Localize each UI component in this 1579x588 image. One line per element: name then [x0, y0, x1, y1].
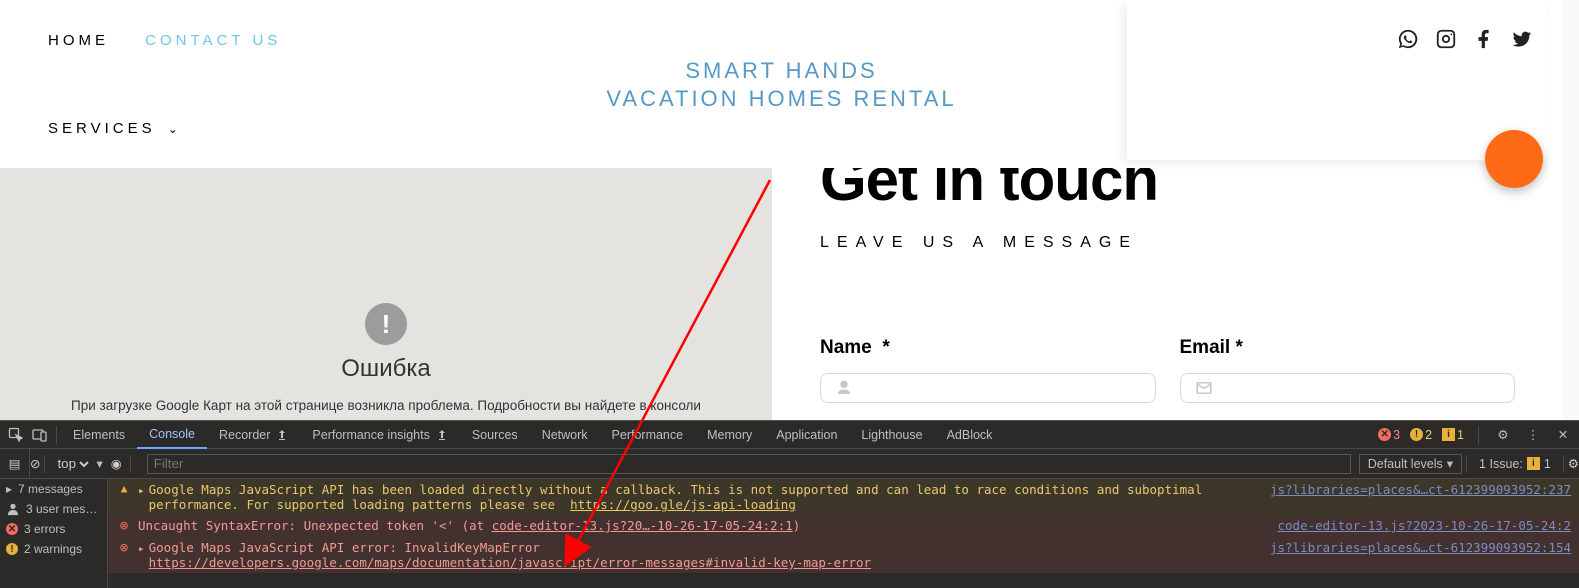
info-count-chip[interactable]: i1 [1440, 428, 1466, 442]
map-error-text: При загрузке Google Карт на этой страниц… [0, 397, 772, 416]
log-levels[interactable]: Default levels ▾ [1359, 454, 1462, 474]
msg2-link[interactable]: code-editor-13.js?20…-10-26-17-05-24:2:1 [492, 518, 793, 533]
rail-warnings[interactable]: !2 warnings [0, 539, 107, 559]
tab-performance[interactable]: Performance [600, 421, 696, 449]
email-label: Email * [1180, 337, 1243, 358]
tab-adblock[interactable]: AdBlock [935, 421, 1005, 449]
email-input[interactable] [1180, 373, 1516, 403]
console-toolbar: ▤ ⊘ top ▾ ◉ Default levels ▾ 1 Issue: i1… [0, 449, 1579, 479]
scroll-top-button[interactable] [1485, 130, 1543, 188]
settings-icon[interactable]: ⚙ [1491, 423, 1515, 447]
nav-primary: HOME CONTACT US [48, 32, 309, 49]
live-expression-icon[interactable]: ◉ [111, 456, 122, 471]
logo-line2: VACATION HOMES RENTAL [606, 86, 956, 112]
whatsapp-icon[interactable] [1397, 28, 1419, 55]
msg2-origin[interactable]: code-editor-13.js?2023-10-26-17-05-24:2 [1278, 518, 1572, 533]
map-placeholder[interactable]: ! Ошибка При загрузке Google Карт на это… [0, 168, 772, 420]
tab-recorder[interactable]: Recorder [207, 421, 300, 449]
devtools: Elements Console Recorder Performance in… [0, 420, 1579, 588]
tab-application[interactable]: Application [764, 421, 849, 449]
context-selector[interactable]: top [53, 453, 92, 475]
error-icon: ! [365, 303, 407, 345]
field-name: Name * [820, 337, 1156, 403]
msg3-link[interactable]: https://developers.google.com/maps/docum… [149, 555, 871, 570]
rail-user[interactable]: 3 user mes… [0, 499, 107, 519]
toggle-sidebar-icon[interactable]: ▤ [0, 449, 30, 478]
more-icon[interactable]: ⋮ [1521, 423, 1545, 447]
warning-count-chip[interactable]: !2 [1408, 428, 1434, 442]
map-error-title: Ошибка [0, 355, 772, 383]
console-messages: Google Maps JavaScript API has been load… [108, 479, 1579, 588]
tab-memory[interactable]: Memory [695, 421, 764, 449]
clear-console-icon[interactable]: ⊘ [30, 456, 40, 471]
tab-elements[interactable]: Elements [61, 421, 137, 449]
rail-messages[interactable]: ▸ 7 messages [0, 479, 107, 499]
device-toggle-icon[interactable] [28, 423, 52, 447]
nav-home[interactable]: HOME [48, 32, 109, 49]
tab-lighthouse[interactable]: Lighthouse [849, 421, 934, 449]
nav-services-label: SERVICES [48, 120, 156, 137]
devtools-tabs: Elements Console Recorder Performance in… [0, 421, 1579, 449]
tab-perf-insights[interactable]: Performance insights [300, 421, 459, 449]
site-header: HOME CONTACT US SERVICES ⌄ SMART HANDS V… [0, 0, 1563, 168]
tab-sources[interactable]: Sources [460, 421, 530, 449]
nav-services[interactable]: SERVICES ⌄ [48, 120, 182, 137]
name-input[interactable] [820, 373, 1156, 403]
console-settings-icon[interactable]: ⚙ [1568, 456, 1579, 471]
inspect-icon[interactable] [4, 423, 28, 447]
msg1-origin[interactable]: js?libraries=places&…ct-612399093952:237 [1270, 482, 1571, 497]
instagram-icon[interactable] [1435, 28, 1457, 55]
name-label: Name * [820, 337, 890, 358]
filter-input[interactable] [147, 454, 1351, 474]
rail-errors[interactable]: ✕3 errors [0, 519, 107, 539]
console-msg-1[interactable]: Google Maps JavaScript API has been load… [108, 479, 1579, 515]
field-email: Email * [1180, 337, 1516, 403]
mail-icon [1195, 379, 1213, 397]
console-msg-2[interactable]: Uncaught SyntaxError: Unexpected token '… [108, 515, 1579, 537]
console-sidebar: ▸ 7 messages 3 user mes… ✕3 errors !2 wa… [0, 479, 108, 588]
site-logo[interactable]: SMART HANDS VACATION HOMES RENTAL [606, 58, 956, 112]
msg1-link[interactable]: https://goo.gle/js-api-loading [570, 497, 796, 512]
msg3-origin[interactable]: js?libraries=places&…ct-612399093952:154 [1270, 540, 1571, 555]
user-icon [835, 379, 853, 397]
page-subheading: LEAVE US A MESSAGE [820, 234, 1515, 252]
tab-console[interactable]: Console [137, 421, 207, 449]
issues-link[interactable]: 1 Issue: i1 [1479, 457, 1551, 471]
console-msg-3[interactable]: Google Maps JavaScript API error: Invali… [108, 537, 1579, 573]
contact-form: Get in touch LEAVE US A MESSAGE Name * E… [772, 168, 1563, 420]
tab-network[interactable]: Network [530, 421, 600, 449]
facebook-icon[interactable] [1473, 28, 1495, 55]
nav-contact[interactable]: CONTACT US [145, 32, 281, 49]
logo-line1: SMART HANDS [606, 58, 956, 84]
error-count-chip[interactable]: ✕3 [1376, 428, 1402, 442]
chevron-down-icon: ⌄ [168, 122, 182, 136]
close-devtools-icon[interactable]: ✕ [1551, 423, 1575, 447]
social-bar [1397, 28, 1533, 55]
twitter-icon[interactable] [1511, 28, 1533, 55]
